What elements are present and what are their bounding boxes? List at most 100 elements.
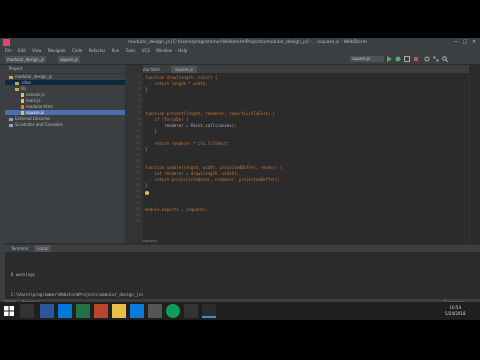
menu-code[interactable]: Code [72, 48, 82, 53]
menu-window[interactable]: Window [156, 48, 172, 53]
code-line: } [145, 183, 148, 188]
line-number-gutter: 1 2 3 4 5 6 7 8 9 10 11 12 13 14 15 16 17 18 19 20 21 22 23 24 2… [125, 65, 143, 243]
breadcrumb-file[interactable]: square.js [58, 56, 81, 63]
line-number: 11 [135, 135, 140, 139]
close-button[interactable]: ✕ [470, 39, 478, 46]
lightbulb-icon[interactable] [145, 191, 149, 195]
project-panel-title[interactable]: Project [5, 65, 125, 74]
tree-item-main[interactable]: main.js [21, 98, 40, 103]
html-file-icon [21, 105, 24, 109]
scratches-icon [9, 123, 13, 127]
line-number: 25 [135, 219, 140, 223]
coverage-icon[interactable] [404, 56, 410, 62]
task-view-icon[interactable] [20, 304, 34, 318]
menu-tools[interactable]: Tools [126, 48, 136, 53]
webstorm-app-icon[interactable] [202, 304, 216, 318]
editor-tabs: modular.html square.js [125, 65, 469, 74]
line-number: 14 [135, 153, 140, 157]
tree-item-modular-html[interactable]: modular.html [21, 104, 53, 109]
menu-help[interactable]: Help [178, 48, 187, 53]
title-bar: modular_design_js [C:\Users\programmer\W… [0, 38, 480, 47]
minimize-button[interactable]: — [452, 39, 460, 46]
menu-bar: File Edit View Navigate Code Refactor Ru… [0, 47, 480, 54]
menu-view[interactable]: View [32, 48, 42, 53]
stop-icon[interactable] [413, 56, 419, 62]
debug-icon[interactable] [395, 56, 401, 62]
line-number: 22 [135, 201, 140, 205]
line-number: 15 [135, 159, 140, 163]
menu-navigate[interactable]: Navigate [48, 48, 66, 53]
edge-app-icon[interactable] [130, 304, 144, 318]
menu-vcs[interactable]: VCS [142, 48, 150, 53]
breadcrumb-project[interactable]: modular_design_js [5, 56, 47, 63]
outlook-app-icon[interactable] [58, 304, 72, 318]
menu-edit[interactable]: Edit [18, 48, 26, 53]
line-number: 3 [137, 87, 140, 91]
webstorm-logo-icon [3, 39, 10, 46]
line-number: 19 [135, 183, 140, 187]
settings-icon[interactable] [424, 56, 430, 62]
folder-icon [15, 81, 19, 85]
system-clock[interactable]: 10:54 5/24/2018 [445, 305, 466, 317]
error-stripe [469, 73, 480, 243]
editor-breadcrumb: square() [143, 239, 158, 243]
github-app-icon[interactable] [184, 304, 198, 318]
line-number: 1 [137, 75, 140, 79]
tree-item-external-libraries[interactable]: External Libraries [9, 116, 50, 121]
line-number: 16 [135, 165, 140, 169]
line-number: 17 [135, 171, 140, 175]
code-line: } [145, 129, 158, 134]
js-file-icon [21, 111, 24, 115]
terminal-output[interactable]: 8 warnings C:\Users\programmer\WebstormPr… [5, 252, 480, 297]
tree-item-scratches[interactable]: Scratches and Consoles [9, 122, 63, 127]
code-line: } [145, 87, 148, 92]
line-number: 6 [137, 105, 140, 109]
code-line: return renderer * ctx.fillRect; [145, 141, 230, 146]
code-line: function draw(length, color) { [145, 75, 218, 80]
window-title: modular_design_js [C:\Users\programmer\W… [128, 40, 367, 45]
code-line: return length * width; [145, 81, 208, 86]
tree-item-square[interactable]: square.js [5, 110, 125, 115]
code-line: } [145, 147, 148, 152]
code-line: let renderer = draw(length, width); [145, 171, 239, 176]
line-number: 18 [135, 177, 140, 181]
line-number: 23 [135, 207, 140, 211]
menu-run[interactable]: Run [112, 48, 120, 53]
tree-item-canvas[interactable]: canvas.js [21, 92, 45, 97]
powerpoint-app-icon[interactable] [94, 304, 108, 318]
line-number: 21 [135, 195, 140, 199]
tree-item-lib[interactable]: lib [15, 86, 26, 91]
line-number: 24 [135, 213, 140, 217]
line-number: 8 [137, 117, 140, 121]
chrome-app-icon[interactable] [166, 304, 180, 318]
line-number: 13 [135, 147, 140, 151]
code-line: function project(length, renderer, repor… [145, 111, 276, 116]
tree-item-idea[interactable]: .idea [5, 80, 125, 85]
menu-refactor[interactable]: Refactor [89, 48, 106, 53]
line-number: 20 [135, 189, 140, 193]
menu-file[interactable]: File [5, 48, 12, 53]
maximize-button[interactable]: □ [461, 39, 469, 46]
start-icon[interactable] [4, 306, 14, 316]
structure-icon[interactable] [433, 56, 439, 62]
line-number: 5 [137, 99, 140, 103]
explorer-app-icon[interactable] [112, 304, 126, 318]
folder-icon [15, 87, 19, 91]
run-config-select[interactable]: square.js [350, 56, 384, 62]
letterbox-bottom [0, 320, 480, 360]
app-icon[interactable] [148, 304, 162, 318]
word-app-icon[interactable] [40, 304, 54, 318]
code-editor[interactable]: function draw(length, color) { return le… [143, 73, 469, 243]
js-file-icon [21, 93, 24, 97]
search-icon[interactable] [442, 56, 448, 62]
code-line: return project(renderer, renderer, proje… [145, 177, 280, 182]
folder-icon [9, 75, 13, 79]
code-line: module.exports = {square}; [145, 207, 208, 212]
code-line: if (forceDo) { [145, 117, 189, 122]
run-icon[interactable] [386, 56, 392, 62]
terminal-tab-local[interactable]: Local [34, 245, 51, 252]
terminal-line: C:\Users\programmer\WebstormProjects\mod… [11, 292, 144, 297]
tree-item-root[interactable]: modular_design_js [9, 74, 52, 79]
excel-app-icon[interactable] [76, 304, 90, 318]
line-number: 2 [137, 81, 140, 85]
